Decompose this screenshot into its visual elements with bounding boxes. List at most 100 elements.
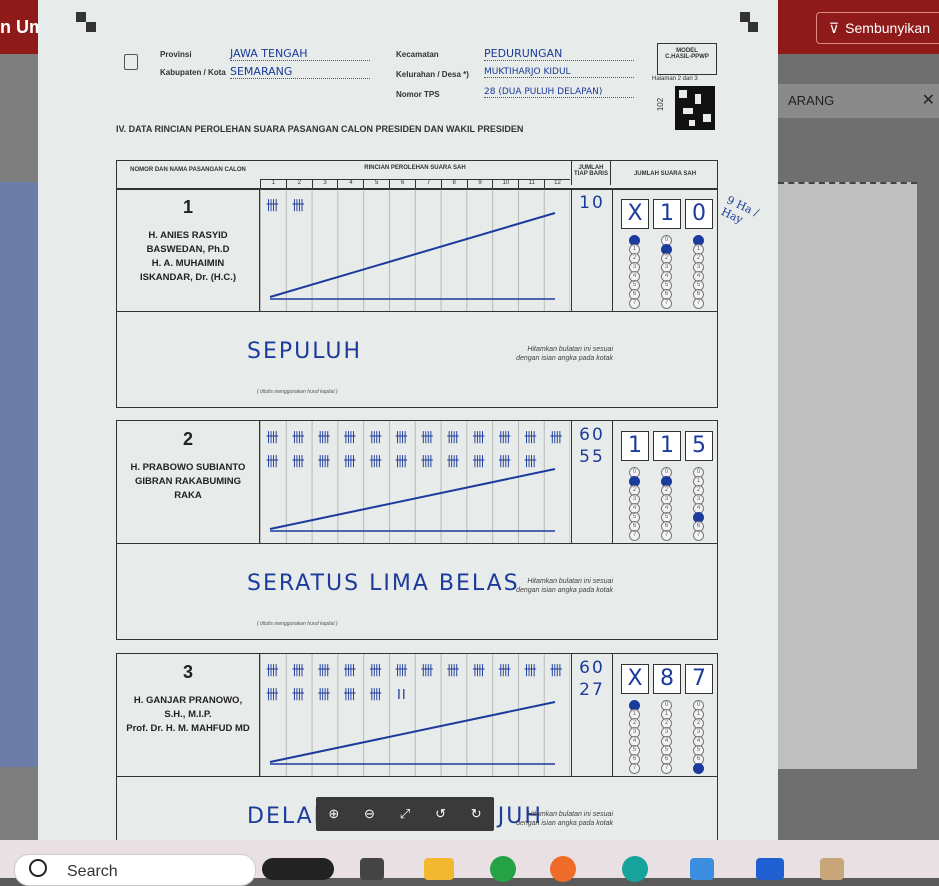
label-kabupaten: Kabupaten / Kota: [160, 68, 226, 77]
kpu-logo-icon: [124, 54, 138, 70]
form-code: 102: [656, 97, 666, 112]
candidate-name-cell: 3 H. GANJAR PRANOWO, S.H., M.I.P. Prof. Dr.…: [117, 654, 260, 776]
tally-area: 卌卌: [260, 189, 570, 311]
margin-note: 9 Ha / Hay: [719, 193, 761, 227]
strike-diagonal: [269, 212, 556, 298]
total-digit-box[interactable]: 0: [685, 199, 713, 229]
label-kecamatan: Kecamatan: [396, 50, 439, 59]
search-placeholder: Search: [67, 863, 118, 880]
taskbar: Search: [0, 840, 939, 886]
total-digit-box[interactable]: 5: [685, 431, 713, 461]
fill-hint: Hitamkan bulatan ini sesuai dengan isian…: [516, 578, 613, 594]
model-line2: C.HASIL-PPWP: [665, 54, 709, 60]
digit-bubble[interactable]: 7: [629, 763, 640, 774]
row-sum-value: 55: [579, 447, 605, 467]
value-kecamatan: PEDURUNGAN: [484, 47, 634, 61]
value-tps: 28 (DUA PULUH DELAPAN): [484, 87, 634, 98]
header-row-sum: JUMLAH TIAP BARIS: [571, 161, 611, 185]
fill-hint: Hitamkan bulatan ini sesuai dengan isian…: [516, 811, 613, 827]
qr-code-icon: [675, 86, 715, 130]
caps-hint: ( ditulis menggunakan huruf kapital ): [257, 621, 338, 627]
corner-marker: [86, 22, 96, 32]
caps-hint: ( ditulis menggunakan huruf kapital ): [257, 389, 338, 395]
label-provinsi: Provinsi: [160, 50, 192, 59]
row-sum-value: 27: [579, 680, 605, 700]
page-indicator: Halaman 2 dari 3: [652, 76, 698, 82]
total-digit-box[interactable]: 1: [621, 431, 649, 461]
copilot-icon[interactable]: [262, 858, 334, 880]
digit-bubble[interactable]: 7: [693, 298, 704, 309]
model-box: MODEL C.HASIL-PPWP: [657, 43, 717, 75]
total-digit-box[interactable]: 8: [653, 664, 681, 694]
table-header: NOMOR DAN NAMA PASANGAN CALON RINCIAN PE…: [116, 160, 718, 190]
total-digit-box[interactable]: X: [621, 199, 649, 229]
value-kelurahan: MUKTIHARJO KIDUL: [484, 67, 634, 78]
fill-hint: Hitamkan bulatan ini sesuai dengan isian…: [516, 346, 613, 362]
notepad-icon[interactable]: [690, 858, 714, 880]
left-document-preview[interactable]: [0, 182, 38, 767]
arduino-icon[interactable]: [622, 856, 648, 882]
taskbar-search[interactable]: Search: [14, 854, 256, 886]
candidate-name-line: H. ANIES RASYID: [148, 230, 228, 241]
total-cell: 101234567101234567501234567: [613, 421, 717, 543]
strike-lines: [269, 701, 556, 765]
candidate-name-line: ISKANDAR, Dr. (H.C.): [139, 272, 237, 283]
strike-diagonal: [269, 701, 556, 763]
row-sum-cell: 10: [571, 189, 613, 311]
file-explorer-icon[interactable]: [424, 858, 454, 880]
digit-bubble[interactable]: 7: [661, 298, 672, 309]
right-panel-label: ARANG: [788, 93, 835, 108]
task-view-icon[interactable]: [360, 858, 384, 880]
written-amount-row: SERATUS LIMA BELAS Hitamkan bulatan ini s…: [116, 543, 718, 640]
digit-bubble[interactable]: 7: [629, 298, 640, 309]
digit-bubble[interactable]: 7: [693, 530, 704, 541]
right-document-preview[interactable]: [778, 182, 917, 769]
candidate-number: 3: [182, 662, 193, 682]
rotate-left-button[interactable]: ↺: [431, 804, 451, 824]
label-kelurahan: Kelurahan / Desa *): [396, 70, 469, 79]
candidate-name-line: H. GANJAR PRANOWO,: [133, 695, 243, 706]
section-title: IV. DATA RINCIAN PEROLEHAN SUARA PASANGA…: [116, 124, 524, 134]
whatsapp-icon[interactable]: [490, 856, 516, 882]
total-digit-box[interactable]: 7: [685, 664, 713, 694]
row-sum-value: 60: [579, 658, 605, 678]
written-amount: SERATUS LIMA BELAS: [247, 571, 520, 596]
candidate-name-line: H. A. MUHAIMIN: [151, 258, 225, 269]
header-candidate: NOMOR DAN NAMA PASANGAN CALON: [130, 167, 246, 173]
zoom-in-button[interactable]: ⊕: [324, 804, 344, 824]
digit-bubble[interactable]: 7: [661, 530, 672, 541]
app-icon[interactable]: [820, 858, 844, 880]
candidate-name-line: RAKA: [174, 490, 202, 501]
row-sum-value: 10: [579, 193, 605, 213]
candidate-block: 3 H. GANJAR PRANOWO, S.H., M.I.P. Prof. Dr.…: [116, 653, 718, 777]
kinemaster-icon[interactable]: [756, 858, 784, 880]
tally-area: 卌卌卌卌卌卌卌卌卌卌卌卌卌卌卌卌卌卌卌卌卌卌卌: [260, 421, 570, 543]
total-digit-box[interactable]: 1: [653, 199, 681, 229]
candidate-name-line: Prof. Dr. H. M. MAHFUD MD: [126, 723, 250, 734]
total-digit-box[interactable]: 1: [653, 431, 681, 461]
strike-lines: [269, 468, 556, 532]
digit-bubble[interactable]: 7: [629, 530, 640, 541]
total-cell: X01234567101234567001234567: [613, 189, 717, 311]
fit-screen-button[interactable]: ⤢: [395, 804, 415, 824]
candidate-name-line: S.H., M.I.P.: [164, 709, 212, 720]
hide-button[interactable]: ⊽ Sembunyikan: [815, 12, 939, 44]
close-icon[interactable]: ✕: [922, 90, 935, 110]
filter-icon: ⊽: [828, 19, 840, 36]
firefox-icon[interactable]: [550, 856, 576, 882]
candidate-block: 2 H. PRABOWO SUBIANTO GIBRAN RAKABUMING RAK…: [116, 420, 718, 544]
candidate-name-cell: 2 H. PRABOWO SUBIANTO GIBRAN RAKABUMING RAK…: [117, 421, 260, 543]
document-image: Provinsi JAWA TENGAH Kabupaten / Kota SE…: [38, 0, 778, 840]
strike-diagonal: [269, 468, 556, 530]
total-digit-box[interactable]: X: [621, 664, 649, 694]
rotate-right-button[interactable]: ↻: [466, 804, 486, 824]
digit-bubble[interactable]: 7: [661, 763, 672, 774]
image-viewer-toolbar: ⊕ ⊖ ⤢ ↺ ↻: [316, 797, 494, 831]
value-kabupaten: SEMARANG: [230, 65, 370, 79]
digit-bubble[interactable]: 7: [693, 763, 704, 774]
zoom-out-button[interactable]: ⊖: [359, 804, 379, 824]
header-tally: RINCIAN PEROLEHAN SUARA SAH: [364, 165, 466, 171]
row-sum-cell: 60 27: [571, 654, 613, 776]
row-sum-cell: 60 55: [571, 421, 613, 543]
candidate-block: 1 H. ANIES RASYID BASWEDAN, Ph.D H. A. MUHA…: [116, 188, 718, 312]
